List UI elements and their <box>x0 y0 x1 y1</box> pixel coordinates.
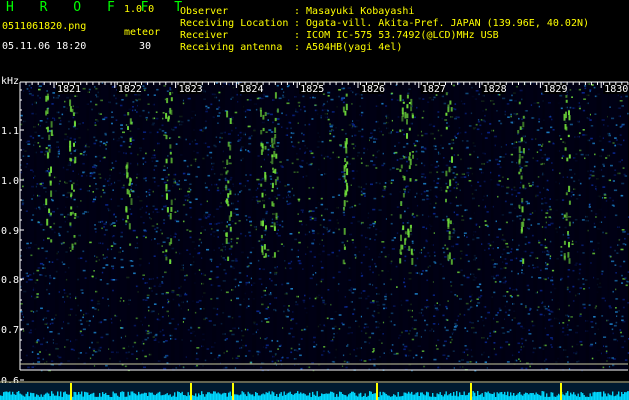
time-tick-label-1828: 1828 <box>483 84 507 95</box>
timestamp: 05.11.06 18:20 <box>2 41 87 52</box>
spectrogram: 1.11.00.90.80.70.61821 1822 1823 1824 1825 18… <box>0 74 629 400</box>
time-tick-label-1829: 1829 <box>543 84 567 95</box>
y-tick-label-0.8: 0.8 <box>1 275 19 286</box>
y-tick-label-0.7: 0.7 <box>1 325 19 336</box>
time-tick-label-1827: 1827 <box>422 84 446 95</box>
amplitude-peak-4 <box>376 383 378 400</box>
antenna-value: : A504HB(yagi 4el) <box>294 42 403 53</box>
amplitude-peak-1 <box>70 383 72 400</box>
spectrogram-noise <box>20 82 629 372</box>
time-tick-label-1823: 1823 <box>179 84 203 95</box>
time-tick-label-1825: 1825 <box>300 84 324 95</box>
amplitude-peak-2 <box>190 383 192 400</box>
app-version: 1.0.0 <box>124 4 155 15</box>
time-tick-label-1826: 1826 <box>361 84 385 95</box>
antenna-label: Receiving antenna <box>180 42 283 53</box>
app-title: H R O F F T <box>6 0 192 15</box>
y-unit-label: kHz <box>1 76 19 87</box>
amplitude-peak-6 <box>560 383 562 400</box>
time-tick-label-1824: 1824 <box>239 84 263 95</box>
y-tick-label-1.1: 1.1 <box>1 126 19 137</box>
amplitude-peak-5 <box>470 383 472 400</box>
time-tick-label-1821: 1821 <box>57 84 81 95</box>
header-panel: H R O F F T 1.0.0 0511061820.png meteor … <box>0 0 629 74</box>
y-tick-label-1.0: 1.0 <box>1 176 19 187</box>
amplitude-peak-3 <box>232 383 234 400</box>
meteor-count: 30 <box>139 41 152 52</box>
image-filename: 0511061820.png <box>2 21 87 32</box>
time-tick-label-1830: 1830 <box>604 84 628 95</box>
time-tick-label-1822: 1822 <box>118 84 142 95</box>
amplitude-strip <box>0 381 629 400</box>
meteor-label: meteor <box>124 27 161 38</box>
y-tick-label-0.9: 0.9 <box>1 226 19 237</box>
